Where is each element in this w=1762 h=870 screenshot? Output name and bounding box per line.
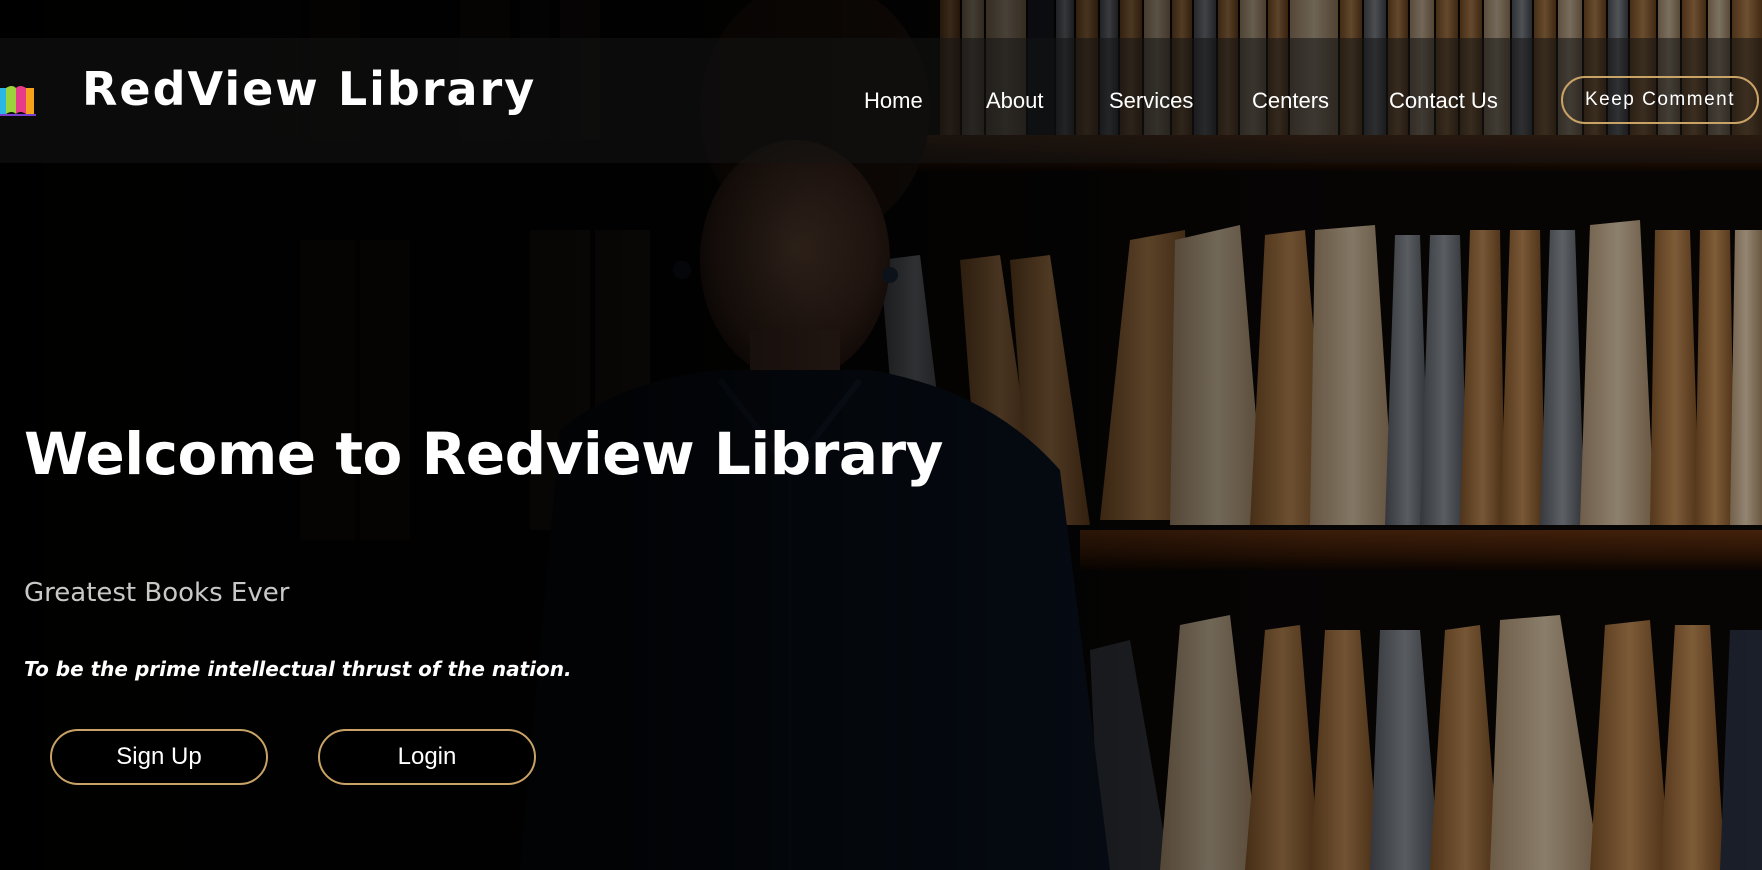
navbar: RedView Library Home About Services Cent… (0, 38, 1762, 163)
hero-title: Welcome to Redview Library (24, 420, 943, 488)
nav-item-centers[interactable]: Centers (1252, 88, 1329, 114)
nav-item-about[interactable]: About (986, 88, 1044, 114)
nav-menu: Home About Services Centers Contact Us (0, 88, 1762, 118)
login-button[interactable]: Login (318, 729, 536, 785)
keep-comment-button[interactable]: Keep Comment (1561, 76, 1759, 124)
nav-item-contact-us[interactable]: Contact Us (1389, 88, 1498, 114)
hero-subtitle: Greatest Books Ever (24, 578, 290, 608)
nav-item-home[interactable]: Home (864, 88, 923, 114)
sign-up-button[interactable]: Sign Up (50, 729, 268, 785)
nav-item-services[interactable]: Services (1109, 88, 1193, 114)
hero-section: RedView Library Home About Services Cent… (0, 0, 1762, 870)
hero-motto: To be the prime intellectual thrust of t… (24, 657, 572, 681)
